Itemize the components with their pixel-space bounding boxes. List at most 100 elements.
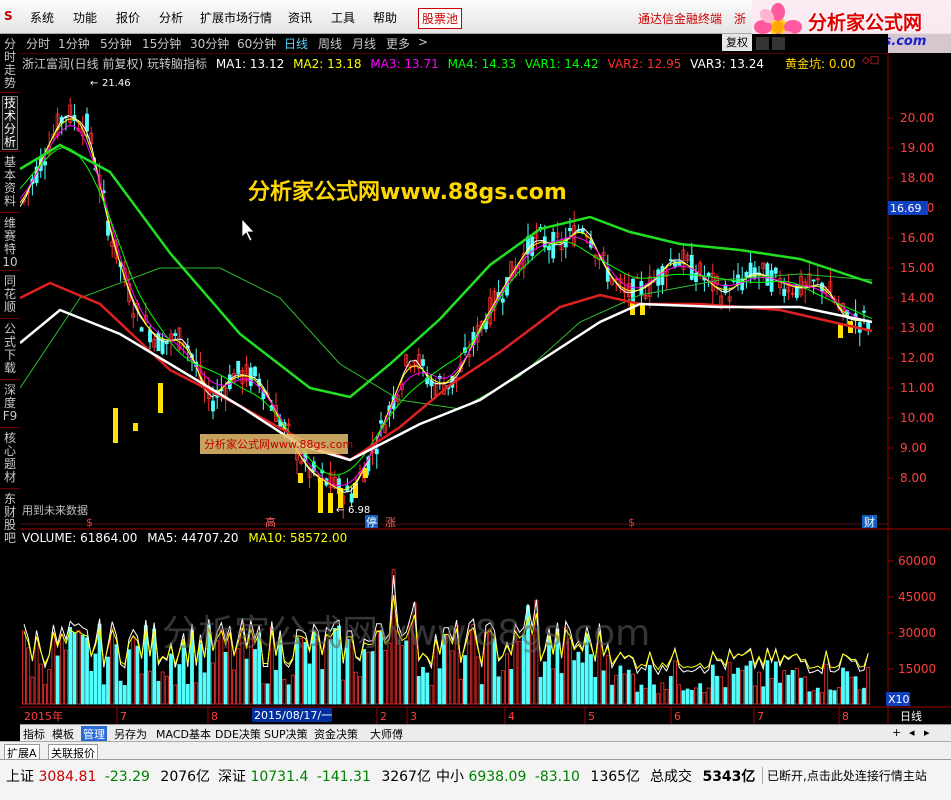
volume-bar [421,666,425,705]
zoom-label[interactable]: X10 [888,693,910,706]
halt-marker[interactable]: 停 [366,515,377,529]
high-event-marker[interactable]: 高 [265,515,276,529]
menu-quote[interactable]: 报价 [116,9,140,26]
tab-macd[interactable]: MACD基本 [156,726,211,742]
volume-bar [681,690,686,705]
stock-title[interactable]: 浙江富润(日线 前复权) 玩转脑指标 [22,57,207,71]
legend-settings-icon[interactable]: ◇□ [862,55,879,66]
volume-bar [685,688,690,705]
volume-bar [723,687,728,705]
volume-bar [425,672,430,705]
index-sz[interactable]: 深证 10731.4 -141.31 3267亿 [218,766,431,786]
svg-text:3: 3 [410,710,417,723]
period-5min[interactable]: 5分钟 [100,35,132,52]
tab-dde[interactable]: DDE决策 [215,726,261,742]
volume-bar [790,670,795,705]
finance-marker[interactable]: 财 [864,515,875,529]
period-monthly[interactable]: 月线 [352,35,376,52]
volume-legend: VOLUME: 61864.00 MA5: 44707.20 MA10: 585… [22,531,353,545]
menu-extended-market[interactable]: 扩展市场行情 [200,9,272,26]
volume-bar [118,680,123,705]
vtab-ths[interactable]: 同花顺 [2,275,18,314]
stock-pool-button[interactable]: 股票池 [418,8,463,29]
tab-manage[interactable]: 管理 [81,726,107,742]
restore-icon[interactable] [756,37,769,50]
signal-bar [328,493,333,513]
period-1min[interactable]: 1分钟 [58,35,90,52]
tab-master[interactable]: 大师傅 [370,726,403,742]
vtab-core-themes[interactable]: 核心题材 [2,432,18,484]
vtab-guba[interactable]: 东财股吧 [2,493,18,545]
period-weekly[interactable]: 周线 [318,35,342,52]
legend-ma2: MA2: 13.18 [293,57,362,71]
candle-body [706,272,711,277]
tab-template[interactable]: 模板 [52,726,74,742]
vtab-f9[interactable]: 深度F9 [2,384,18,423]
menu-system[interactable]: 系统 [30,9,54,26]
volume-bar [761,686,766,705]
left-tabbar: 分时走势 技术分析 基本资料 维赛特10 同花顺 公式下载 深度F9 核心题材 … [0,34,20,741]
app-icon[interactable]: S [4,9,13,23]
scroll-right-icon[interactable]: ▸ [924,726,930,739]
volume-bar [68,627,73,705]
volume-bar [618,665,623,705]
date-cursor: 2015/08/17/一 [254,709,332,722]
volume-bar [479,684,484,705]
legend-var2: VAR2: 12.95 [607,57,682,71]
promo-link[interactable]: 通达信金融终端 [638,10,722,27]
period-daily[interactable]: 日线 [284,35,308,52]
menu-function[interactable]: 功能 [73,9,97,26]
index-sme[interactable]: 中小 6938.09 -83.10 1365亿 [436,766,640,786]
candle-body [164,341,169,345]
chevron-right-icon[interactable]: > [418,35,428,49]
current-price: 16.69 [890,202,922,215]
volume-bar [127,649,131,705]
signal-bar [298,473,303,483]
add-tab-icon[interactable]: + [892,726,901,739]
period-15min[interactable]: 15分钟 [142,35,181,52]
low-label: 6.98 [348,505,370,516]
volume-bar [320,669,325,705]
candle-body [374,448,379,455]
connection-message[interactable]: 已断开,点击此处连接行情主站 [762,767,927,784]
vtab-intraday[interactable]: 分时走势 [2,38,18,90]
promo-link-2[interactable]: 浙 [734,10,746,27]
period-30min[interactable]: 30分钟 [190,35,229,52]
menu-help[interactable]: 帮助 [373,9,397,26]
vtab-formula-download[interactable]: 公式下载 [2,323,18,375]
menu-news[interactable]: 资讯 [288,9,312,26]
volume-bar [307,663,312,705]
window-controls [756,37,785,50]
price-tick-label: 8.00 [900,471,927,485]
volume-bar [807,691,812,705]
period-more[interactable]: 更多 [386,35,410,52]
volume-bar [778,682,782,705]
volume-bar [736,667,740,705]
tab-fund[interactable]: 资金决策 [314,726,358,742]
high-marker: ← [90,78,98,89]
legend-volume: VOLUME: 61864.00 [22,531,138,545]
volume-bar [135,645,140,705]
adjust-button[interactable]: 复权 [722,34,752,51]
tab-save-as[interactable]: 另存为 [114,726,147,742]
high-label: 21.46 [102,78,131,89]
period-60min[interactable]: 60分钟 [237,35,276,52]
vtab-weisaite[interactable]: 维赛特10 [2,217,18,269]
chart-watermark: 分析家公式网www.88gs.com [248,179,567,205]
vtab-technical[interactable]: 技术分析 [2,96,18,150]
signal-bar [113,408,118,443]
volume-bar [93,653,98,705]
vtab-fundamentals[interactable]: 基本资料 [2,156,18,208]
menu-analysis[interactable]: 分析 [159,9,183,26]
limit-up-marker[interactable]: 涨 [385,516,396,529]
candle-body [421,359,425,366]
scroll-left-icon[interactable]: ◂ [909,726,915,739]
tab-sup[interactable]: SUP决策 [264,726,308,742]
period-intraday[interactable]: 分时 [26,35,50,52]
menu-tools[interactable]: 工具 [331,9,355,26]
maximize-icon[interactable] [772,37,785,50]
volume-bar [223,651,228,705]
candle-body [782,288,787,296]
index-sh[interactable]: 上证 3084.81 -23.29 2076亿 [6,766,210,786]
tab-indicator[interactable]: 指标 [23,726,45,742]
